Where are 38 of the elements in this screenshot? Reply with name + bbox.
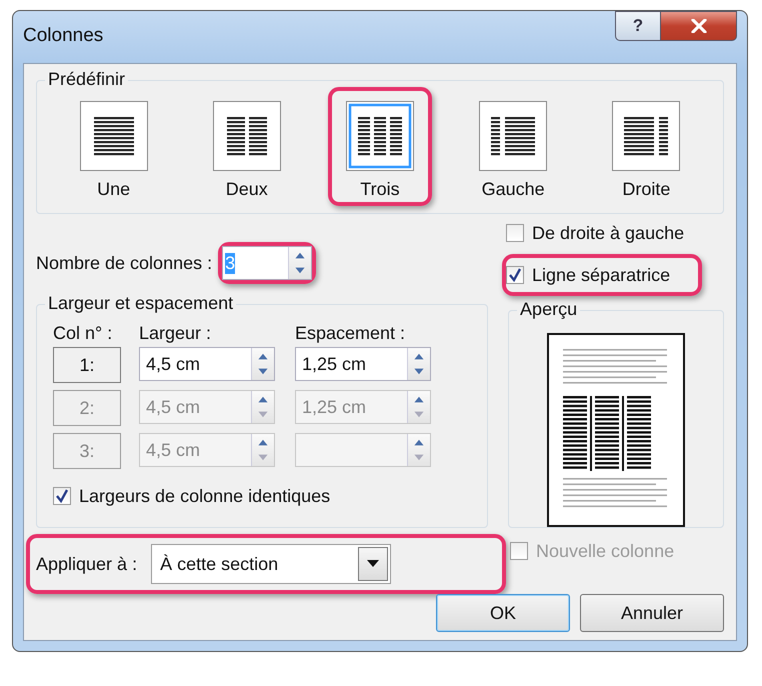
columns-count-label: Nombre de colonnes : [36,252,212,274]
dropdown-arrow-icon [367,560,380,568]
column-header: Largeur : [139,323,212,344]
columns-layout-icon [80,101,148,171]
close-button[interactable] [661,11,737,41]
preset-option[interactable]: Gauche [465,91,562,202]
spin-arrows-icon [251,348,274,380]
columns-layout-icon [612,101,680,171]
close-icon [690,19,708,33]
column-header: Col n° : [53,323,114,344]
ok-button[interactable]: OK [436,594,570,632]
check-icon [508,268,522,282]
preset-option[interactable]: Trois [332,91,428,202]
spin-arrows-icon [288,247,312,279]
columns-layout-icon [346,101,414,171]
check-icon [55,489,69,503]
equal-width-checkbox[interactable]: Largeurs de colonne identiques [53,479,474,513]
apply-to-dropdown[interactable]: À cette section [151,544,392,584]
columns-layout-icon [479,101,548,171]
preset-option[interactable]: Deux [198,91,295,202]
spin-arrows-icon [407,391,430,423]
preset-option[interactable]: Une [66,91,162,202]
column-number-button[interactable]: 1: [53,347,121,383]
spin-arrows-icon [407,434,430,466]
right-to-left-checkbox[interactable]: De droite à gauche [506,216,684,250]
apply-to-label: Appliquer à : [36,554,138,574]
columns-layout-icon [212,101,281,171]
cancel-button[interactable]: Annuler [580,594,724,632]
spin-arrows-icon [407,348,430,380]
help-button[interactable]: ? [615,11,661,41]
spacing-spinbox[interactable]: 1,25 cm [295,347,431,381]
column-header: Espacement : [295,323,406,344]
separator-line-checkbox[interactable]: Ligne séparatrice [506,258,684,292]
width-spinbox[interactable]: 4,5 cm [139,347,275,381]
spin-arrows-icon [251,391,274,423]
spin-arrows-icon [251,434,274,466]
preset-option[interactable]: Droite [598,91,694,202]
window-title: Colonnes [23,25,104,47]
